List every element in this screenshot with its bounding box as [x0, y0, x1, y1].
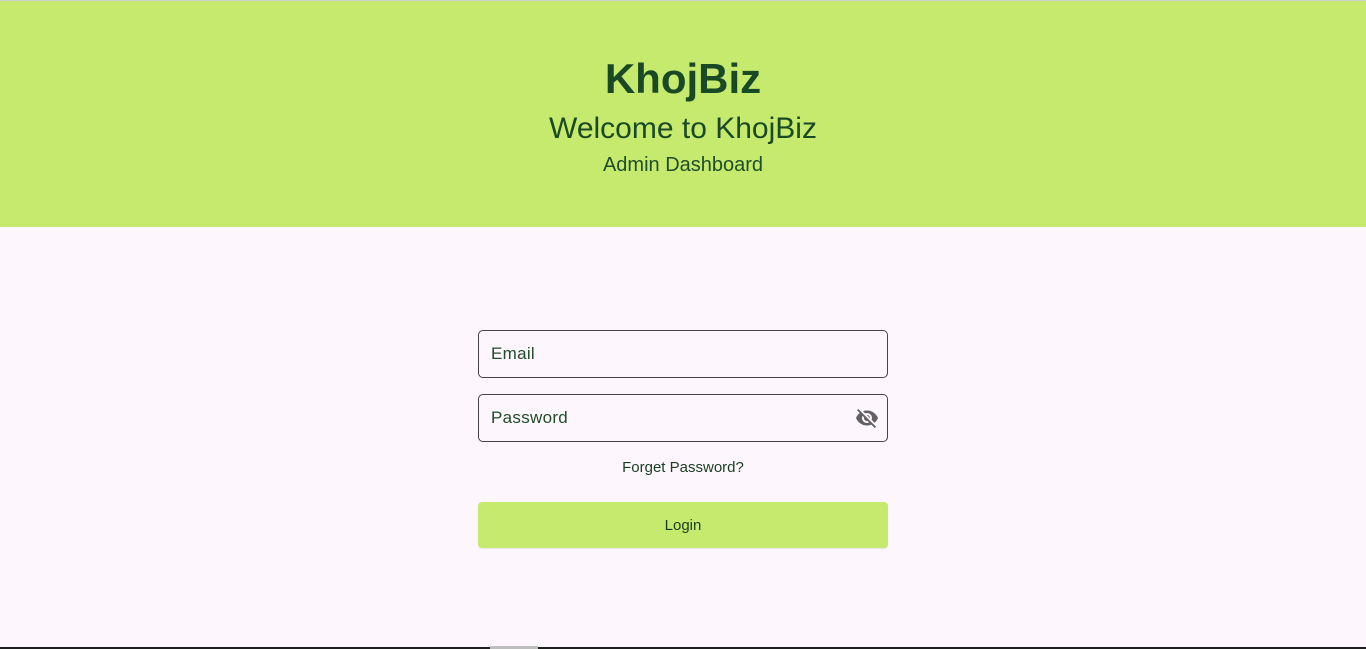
password-input[interactable] — [479, 395, 887, 441]
email-input[interactable] — [479, 331, 887, 377]
header-banner: KhojBiz Welcome to KhojBiz Admin Dashboa… — [0, 1, 1366, 227]
welcome-heading: Welcome to KhojBiz — [549, 112, 817, 145]
login-form: Forget Password? Login — [478, 330, 888, 548]
brand-title: KhojBiz — [604, 55, 762, 102]
email-field-container — [478, 330, 888, 378]
dashboard-subtitle: Admin Dashboard — [602, 154, 764, 176]
visibility-off-icon[interactable] — [855, 406, 879, 430]
password-field-container — [478, 394, 888, 442]
forgot-password-link[interactable]: Forget Password? — [478, 459, 888, 477]
login-button[interactable]: Login — [478, 502, 888, 548]
